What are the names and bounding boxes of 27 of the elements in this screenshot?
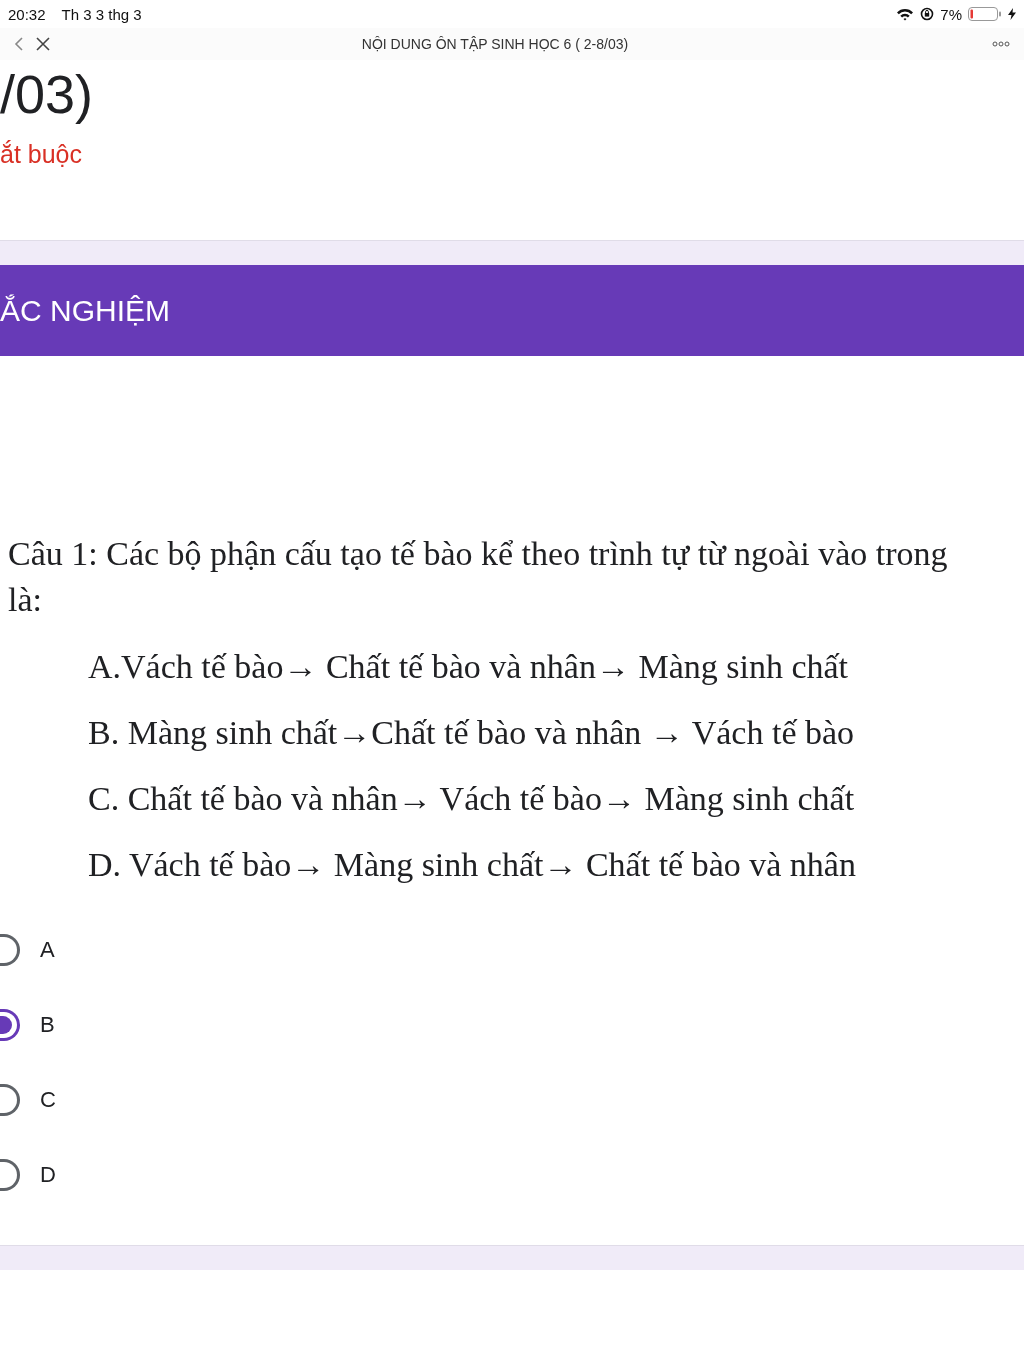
answer-option-text: B. Màng sinh chất→Chất tế bào và nhân → Vách tế bào — [88, 713, 855, 753]
radio-button[interactable] — [0, 1159, 20, 1191]
rotation-lock-icon — [920, 7, 935, 21]
battery-percent: 7% — [940, 5, 962, 23]
battery-icon — [968, 7, 1002, 21]
radio-button[interactable] — [0, 1009, 20, 1041]
more-icon — [992, 41, 1010, 47]
choice-label[interactable]: C — [40, 1087, 56, 1113]
form-title: /03) — [0, 63, 94, 126]
status-date: Th 3 3 thg 3 — [61, 5, 142, 23]
choice-label[interactable]: A — [40, 937, 55, 963]
charging-icon — [1008, 8, 1016, 20]
close-icon — [36, 37, 50, 51]
page-title: NỘI DUNG ÔN TẬP SINH HỌC 6 ( 2-8/03) — [360, 36, 630, 52]
section-header: ẮC NGHIỆM — [0, 265, 1024, 356]
wifi-icon — [896, 7, 915, 21]
radio-button[interactable] — [0, 934, 20, 966]
status-time: 20:32 — [8, 5, 46, 23]
answer-option-text: D. Vách tế bào→ Màng sinh chất→ Chất tế bào và nhân — [88, 845, 856, 885]
answer-option-text: C. Chất tế bào và nhân→ Vách tế bào→ Màng sinh chất — [88, 779, 855, 819]
choice-label[interactable]: D — [40, 1162, 56, 1188]
required-note: ắt buộc — [0, 140, 82, 169]
answer-option-text: A.Vách tế bào→ Chất tế bào và nhân→ Màng sinh chất — [88, 647, 849, 687]
question-text: Câu 1: Các bộ phận cấu tạo tế bào kể theo trình tự từ ngoài vào trong là: — [8, 534, 949, 620]
radio-button[interactable] — [0, 1084, 20, 1116]
chevron-left-icon — [14, 37, 24, 51]
choice-label[interactable]: B — [40, 1012, 55, 1038]
